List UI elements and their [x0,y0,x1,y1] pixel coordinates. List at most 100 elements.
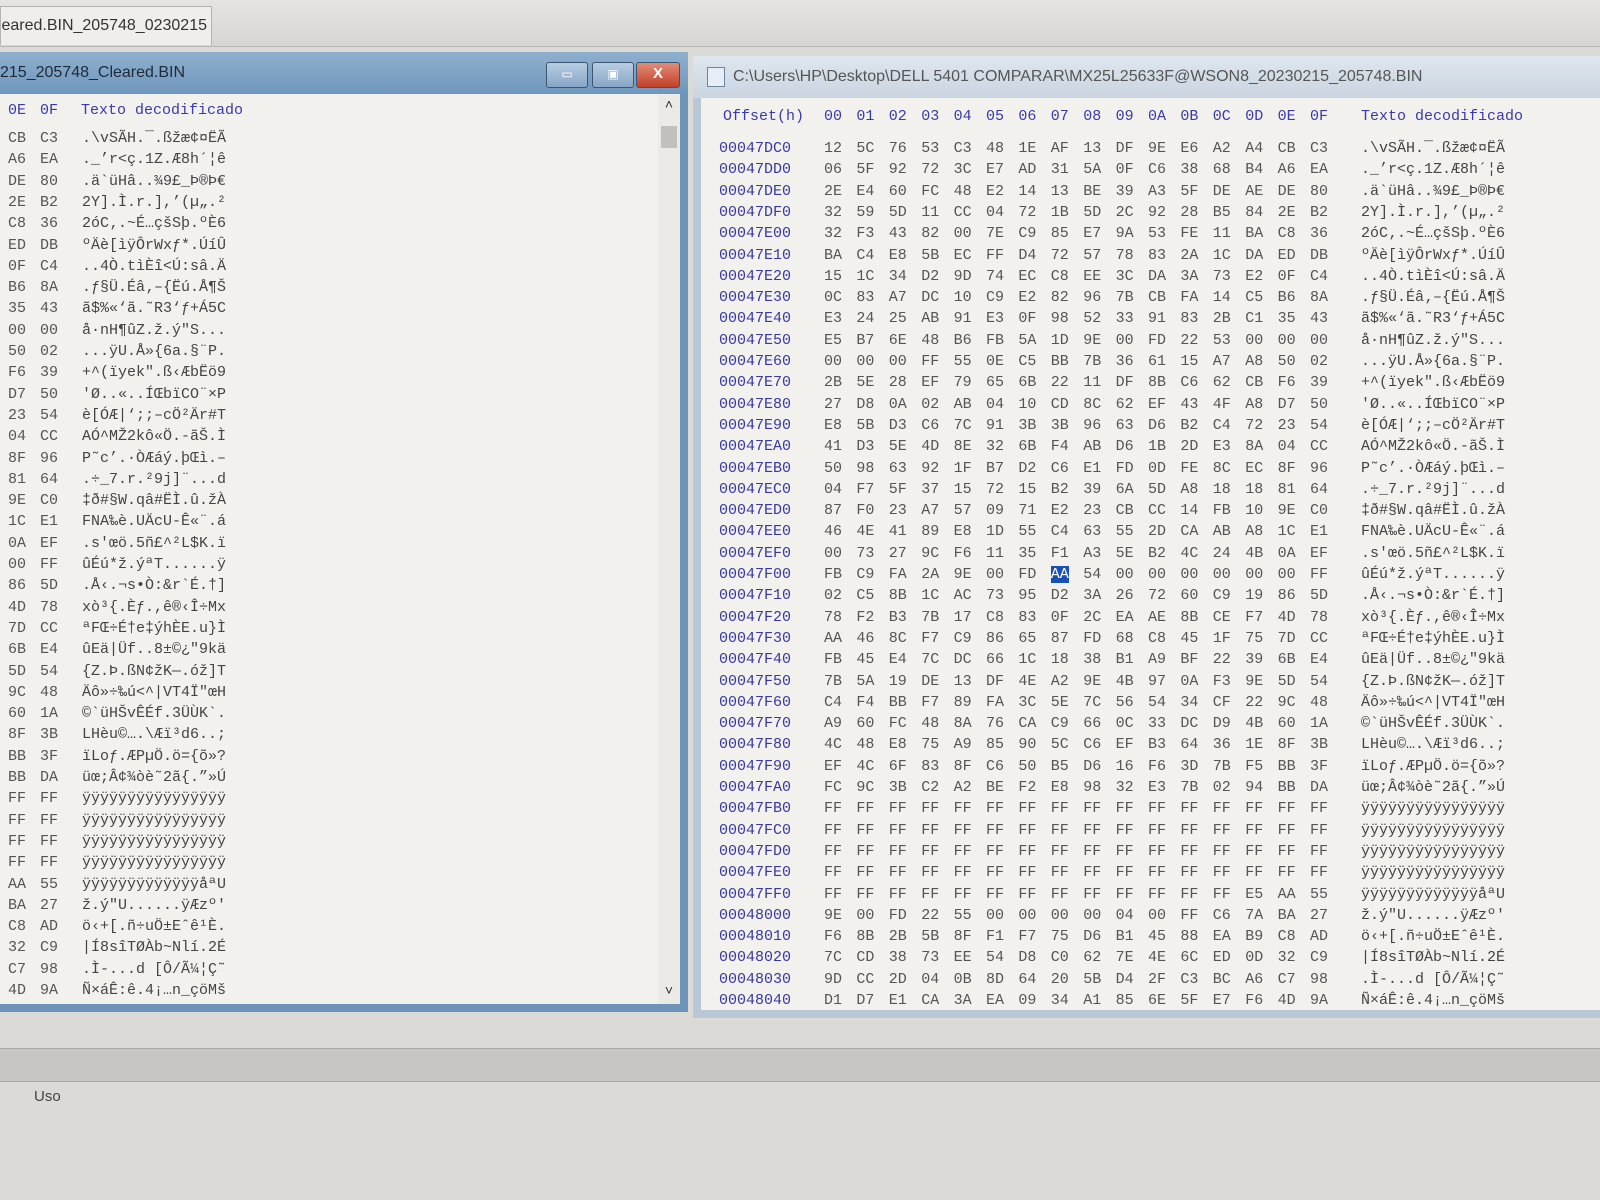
decoded-text[interactable]: 2Y].Ì.r.],’(µ„.² [82,194,226,211]
hex-byte-cell[interactable]: FF [824,800,842,817]
hex-byte-cell[interactable]: 68 [1213,161,1231,178]
hex-byte-cell[interactable]: 89 [921,523,939,540]
hex-byte-cell[interactable]: C5 [1018,353,1036,370]
hex-byte-cell[interactable]: 8C [889,630,907,647]
hex-byte-cell[interactable]: A9 [954,736,972,753]
decoded-text[interactable]: |Í8sîTØÀb~Nlí.2É [82,939,226,956]
hex-byte-cell[interactable]: 53 [1213,332,1231,349]
hex-byte-cell[interactable]: A3 [1083,545,1101,562]
hex-byte-cell[interactable]: 54 [1148,694,1166,711]
hex-byte-cell[interactable]: 7C [954,417,972,434]
hex-byte-cell[interactable]: 41 [889,523,907,540]
hex-byte-cell[interactable]: DC [921,289,939,306]
hex-byte-cell[interactable]: 57 [1083,247,1101,264]
hex-byte-cell[interactable]: 00 [889,353,907,370]
decoded-text[interactable]: ö‹+[.ñ÷uÖ±Eˆê¹È. [82,918,226,935]
hex-byte-cell[interactable]: 66 [1083,715,1101,732]
hex-byte-cell[interactable]: 62 [1083,949,1101,966]
decoded-text[interactable]: ÿÿÿÿÿÿÿÿÿÿÿÿÿÿÿÿ [1361,822,1505,839]
hex-byte-cell[interactable]: 73 [986,587,1004,604]
hex-byte-cell[interactable]: 19 [889,673,907,690]
hex-byte-cell[interactable]: 3A [1083,587,1101,604]
hex-byte-cell[interactable]: 0C [824,289,842,306]
hex-byte-cell[interactable]: C0 [1310,502,1328,519]
hex-byte-cell[interactable]: 35 [8,300,26,317]
hex-byte-cell[interactable]: 48 [986,140,1004,157]
hex-byte-cell[interactable]: FF [8,833,26,850]
hex-byte-cell[interactable]: FF [889,822,907,839]
hex-byte-cell[interactable]: 5E [889,438,907,455]
hex-byte-cell[interactable]: AD [40,918,58,935]
hex-byte-cell[interactable]: 45 [856,651,874,668]
hex-byte-cell[interactable]: 04 [824,481,842,498]
hex-byte-cell[interactable]: FF [1278,864,1296,881]
decoded-text[interactable]: è[ÓÆ|‘;;–cÖ²Är#T [1361,417,1505,434]
hex-byte-cell[interactable]: 57 [954,502,972,519]
hex-byte-cell[interactable]: 10 [954,289,972,306]
hex-byte-cell[interactable]: 64 [1018,971,1036,988]
hex-byte-cell[interactable]: FF [824,822,842,839]
decoded-text[interactable]: ÿÿÿÿÿÿÿÿÿÿÿÿÿÿÿÿ [1361,800,1505,817]
hex-byte-cell[interactable]: 96 [40,450,58,467]
hex-byte-cell[interactable]: FF [1213,843,1231,860]
hex-byte-cell[interactable]: 1A [1310,715,1328,732]
hex-byte-cell[interactable]: CC [40,620,58,637]
hex-byte-cell[interactable]: B5 [1213,204,1231,221]
hex-byte-cell[interactable]: FF [1245,822,1263,839]
hex-byte-cell[interactable]: FF [986,843,1004,860]
hex-byte-cell[interactable]: FF [856,800,874,817]
hex-byte-cell[interactable]: C6 [986,758,1004,775]
hex-byte-cell[interactable]: EC [954,247,972,264]
hex-byte-cell[interactable]: 1C [8,513,26,530]
hex-byte-cell[interactable]: 11 [1083,374,1101,391]
hex-byte-cell[interactable]: 36 [1310,225,1328,242]
hex-byte-cell[interactable]: 0B [954,971,972,988]
hex-byte-cell[interactable]: 1F [1213,630,1231,647]
hex-byte-cell[interactable]: 78 [824,609,842,626]
hex-byte-cell[interactable]: FF [921,886,939,903]
hex-byte-cell[interactable]: 9A [40,982,58,999]
hex-byte-cell[interactable]: 8A [1310,289,1328,306]
hex-byte-cell[interactable]: 7B [921,609,939,626]
hex-byte-cell[interactable]: C6 [1213,907,1231,924]
decoded-text[interactable]: Äô»÷‰ú<^|VT4Ï"œH [82,684,226,701]
hex-byte-cell[interactable]: CC [954,204,972,221]
hex-byte-cell[interactable]: FA [986,694,1004,711]
hex-byte-cell[interactable]: 0D [1148,460,1166,477]
hex-byte-cell[interactable]: 5F [1180,183,1198,200]
hex-byte-cell[interactable]: EF [824,758,842,775]
hex-byte-cell[interactable]: FF [889,800,907,817]
hex-byte-cell[interactable]: FF [921,843,939,860]
hex-byte-cell[interactable]: 00 [954,225,972,242]
hex-byte-cell[interactable]: DE [1213,183,1231,200]
hex-byte-cell[interactable]: B9 [1245,928,1263,945]
decoded-text[interactable]: P˜c’.·ÒÆáý.þŒì.– [82,450,226,467]
hex-byte-cell[interactable]: 6B [8,641,26,658]
hex-byte-cell[interactable]: 33 [1148,715,1166,732]
hex-byte-cell[interactable]: 23 [1278,417,1296,434]
hex-byte-cell[interactable]: 22 [1180,332,1198,349]
hex-byte-cell[interactable]: 91 [954,310,972,327]
hex-byte-cell[interactable]: 23 [1083,502,1101,519]
hex-byte-cell[interactable]: 5A [1083,161,1101,178]
hex-byte-cell[interactable]: 4D [8,599,26,616]
decoded-text[interactable]: Ñ×áÊ:ê.4¡…n_çöMš [1361,992,1505,1009]
hex-byte-cell[interactable]: 3B [1310,736,1328,753]
hex-byte-cell[interactable]: F6 [954,545,972,562]
hex-byte-cell[interactable]: 00 [1116,566,1134,583]
decoded-text[interactable]: ÿÿÿÿÿÿÿÿÿÿÿÿÿÿÿÿ [1361,843,1505,860]
hex-byte-cell[interactable]: CB [1278,140,1296,157]
decoded-text[interactable]: .Å‹.¬s•Ò:&r`É.†] [1361,587,1505,604]
hex-byte-cell[interactable]: 50 [1018,758,1036,775]
hex-byte-cell[interactable]: 2F [1148,971,1166,988]
hex-byte-cell[interactable]: FD [1148,332,1166,349]
hex-byte-cell[interactable]: 5C [1051,736,1069,753]
hex-byte-cell[interactable]: 9A [1116,225,1134,242]
hex-byte-cell[interactable]: E8 [824,417,842,434]
hex-byte-cell[interactable]: A6 [8,151,26,168]
hex-byte-cell[interactable]: 10 [1245,502,1263,519]
hex-byte-cell[interactable]: 1C [856,268,874,285]
decoded-text[interactable]: P˜c’.·ÒÆáý.þŒì.– [1361,460,1505,477]
hex-byte-cell[interactable]: 22 [1245,694,1263,711]
hex-byte-cell[interactable]: FF [856,843,874,860]
